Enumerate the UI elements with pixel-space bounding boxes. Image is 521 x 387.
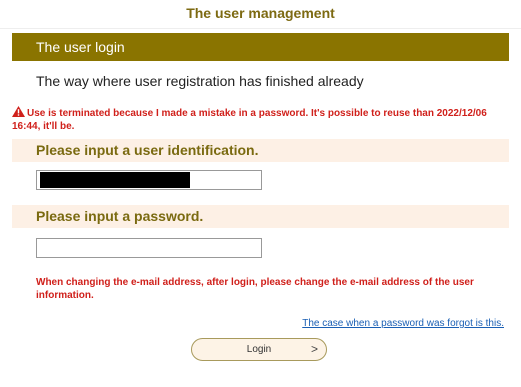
password-label: Please input a password. bbox=[12, 205, 509, 228]
redacted-user-id bbox=[40, 172, 190, 188]
page-title: The user management bbox=[186, 5, 335, 21]
email-change-note: When changing the e-mail address, after … bbox=[36, 277, 474, 301]
chevron-right-icon: > bbox=[310, 342, 318, 356]
password-input[interactable] bbox=[36, 238, 262, 258]
user-id-label: Please input a user identification. bbox=[12, 139, 509, 162]
login-page: The user management The user login The w… bbox=[0, 0, 521, 387]
login-button-label: Login bbox=[246, 344, 272, 355]
registration-status-message: The way where user registration has fini… bbox=[36, 73, 364, 89]
lockout-warning-text: Use is terminated because I made a mista… bbox=[12, 108, 487, 132]
lockout-warning: Use is terminated because I made a mista… bbox=[12, 106, 509, 133]
header-divider bbox=[0, 28, 521, 29]
forgot-password-link[interactable]: The case when a password was forgot is t… bbox=[302, 318, 504, 329]
login-button[interactable]: Login > bbox=[191, 338, 327, 361]
section-title: The user login bbox=[12, 33, 509, 61]
warning-triangle-icon bbox=[12, 106, 25, 117]
